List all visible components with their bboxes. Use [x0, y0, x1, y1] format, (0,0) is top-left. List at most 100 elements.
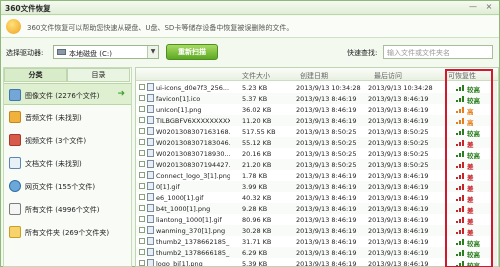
last-access-date: 2013/9/13 8:50:25	[368, 150, 429, 158]
quick-search-input[interactable]: 输入文件或文件夹名	[383, 45, 493, 59]
file-name: liantong_1000[1].gif	[156, 216, 222, 224]
row-checkbox[interactable]	[139, 227, 145, 233]
table-row[interactable]: W0201308307194427... 21.20 KB 2013/9/13 8:…	[136, 159, 498, 171]
row-checkbox[interactable]	[139, 238, 145, 244]
file-name: Connect_logo_3[1].png	[156, 172, 230, 180]
table-row[interactable]: unIcon[1].png 36.02 KB 2013/9/13 8:46:19 20…	[136, 104, 498, 116]
row-checkbox[interactable]	[139, 194, 145, 200]
row-checkbox[interactable]	[139, 117, 145, 123]
last-access-date: 2013/9/13 8:50:25	[368, 139, 429, 147]
web-icon	[9, 180, 21, 192]
column-size[interactable]: 文件大小	[242, 71, 270, 81]
sidebar-item-label: 所有文件夹 (269个文件夹)	[25, 229, 110, 237]
row-checkbox[interactable]	[139, 260, 145, 266]
file-name: favicon[1].ico	[156, 95, 201, 103]
table-row[interactable]: b4t_1000[1].png 9.28 KB 2013/9/13 8:46:19 2…	[136, 203, 498, 215]
tab-directory[interactable]: 目录	[67, 68, 130, 82]
sidebar-item-audio[interactable]: 音频文件 (未找到)	[4, 106, 131, 128]
last-access-date: 2013/9/13 8:46:19	[368, 238, 429, 246]
chevron-down-icon[interactable]: ▼	[147, 46, 158, 58]
sidebar-item-label: 文档文件 (未找到)	[25, 160, 82, 168]
column-access[interactable]: 最后访问	[374, 71, 402, 81]
table-row[interactable]: wanming_370[1].png 30.28 KB 2013/9/13 8:46…	[136, 225, 498, 237]
quick-search-label: 快速查找:	[347, 49, 378, 57]
table-row[interactable]: e6_1000[1].gif 40.32 KB 2013/9/13 8:46:19 2…	[136, 192, 498, 204]
created-date: 2013/9/13 8:46:19	[296, 106, 357, 114]
row-checkbox[interactable]	[139, 95, 145, 101]
minimize-button[interactable]: —	[466, 2, 480, 13]
sidebar-item-web[interactable]: 网页文件 (155个文件)	[4, 175, 131, 197]
sidebar-tabs: 分类 目录	[4, 68, 131, 82]
file-icon	[147, 182, 154, 190]
titlebar[interactable]: 360文件恢复 — ×	[1, 1, 499, 15]
sidebar-item-documents[interactable]: 文档文件 (未找到)	[4, 152, 131, 174]
sidebar-item-video[interactable]: 视频文件 (3个文件)	[4, 129, 131, 151]
row-checkbox[interactable]	[139, 205, 145, 211]
row-checkbox[interactable]	[139, 84, 145, 90]
tab-category[interactable]: 分类	[4, 68, 67, 82]
file-name: logo_bj[1].png	[156, 260, 203, 267]
created-date: 2013/9/13 8:46:19	[296, 117, 357, 125]
table-row[interactable]: favicon[1].ico 5.37 KB 2013/9/13 8:46:19 20…	[136, 93, 498, 105]
table-row[interactable]: 0[1].gif 3.99 KB 2013/9/13 8:46:19 2013/9/1…	[136, 181, 498, 193]
last-access-date: 2013/9/13 8:46:19	[368, 260, 429, 267]
file-icon	[147, 171, 154, 179]
last-access-date: 2013/9/13 10:34:28	[368, 84, 433, 92]
table-row[interactable]: logo_bj[1].png 5.39 KB 2013/9/13 8:46:19 20…	[136, 258, 498, 267]
table-row[interactable]: ui-icons_d0e7f3_256... 5.23 KB 2013/9/13 1…	[136, 82, 498, 94]
file-name: W020130830718930...	[156, 150, 230, 158]
file-icon	[147, 237, 154, 245]
row-checkbox[interactable]	[139, 172, 145, 178]
vertical-scrollbar[interactable]	[493, 81, 497, 266]
file-size: 11.20 KB	[242, 117, 272, 125]
file-size: 31.71 KB	[242, 238, 272, 246]
last-access-date: 2013/9/13 8:46:19	[368, 106, 429, 114]
audio-icon	[9, 111, 21, 123]
table-row[interactable]: thumb2_1378666185_... 6.29 KB 2013/9/13 8:…	[136, 247, 498, 259]
row-checkbox[interactable]	[139, 150, 145, 156]
folder-icon	[9, 226, 21, 238]
sidebar-item-all-files[interactable]: 所有文件 (4996个文件)	[4, 198, 131, 220]
last-access-date: 2013/9/13 8:50:25	[368, 161, 429, 169]
created-date: 2013/9/13 8:50:25	[296, 150, 357, 158]
file-size: 80.96 KB	[242, 216, 272, 224]
arrow-right-icon: ➜	[117, 89, 125, 99]
table-row[interactable]: liantong_1000[1].gif 80.96 KB 2013/9/13 8:…	[136, 214, 498, 226]
created-date: 2013/9/13 8:46:19	[296, 216, 357, 224]
close-button[interactable]: ×	[482, 2, 496, 13]
file-icon	[147, 248, 154, 256]
row-checkbox[interactable]	[139, 183, 145, 189]
row-checkbox[interactable]	[139, 161, 145, 167]
file-size: 30.28 KB	[242, 227, 272, 235]
row-checkbox[interactable]	[139, 216, 145, 222]
info-text: 360文件恢复可以帮助您快速从硬盘、U盘、SD卡等储存设备中恢复被误删除的文件。	[27, 24, 294, 32]
column-created[interactable]: 创建日期	[300, 71, 328, 81]
table-row[interactable]: Connect_logo_3[1].png 1.78 KB 2013/9/13 8:…	[136, 170, 498, 182]
last-access-date: 2013/9/13 8:46:19	[368, 249, 429, 257]
file-icon	[147, 94, 154, 102]
file-name: b4t_1000[1].png	[156, 205, 211, 213]
sidebar-item-all-folders[interactable]: 所有文件夹 (269个文件夹)	[4, 221, 131, 243]
row-checkbox[interactable]	[139, 106, 145, 112]
row-checkbox[interactable]	[139, 139, 145, 145]
file-icon	[147, 204, 154, 212]
table-row[interactable]: W020130830718930... 20.16 KB 2013/9/13 8:5…	[136, 148, 498, 160]
file-icon	[147, 116, 154, 124]
row-checkbox[interactable]	[139, 128, 145, 134]
last-access-date: 2013/9/13 8:50:25	[368, 128, 429, 136]
rescan-button[interactable]: 重新扫描	[166, 44, 218, 60]
table-row[interactable]: TILBGBFV6XXXXXXXXX... 11.20 KB 2013/9/13 8…	[136, 115, 498, 127]
document-icon	[9, 157, 21, 169]
table-row[interactable]: thumb2_1378662185_... 31.71 KB 2013/9/13 8…	[136, 236, 498, 248]
created-date: 2013/9/13 10:34:28	[296, 84, 361, 92]
table-row[interactable]: W0201308307163168... 517.55 KB 2013/9/13 8…	[136, 126, 498, 138]
sidebar-item-images[interactable]: 图像文件 (2276个文件) ➜	[4, 83, 131, 105]
table-row[interactable]: W0201308307183046... 55.12 KB 2013/9/13 8:…	[136, 137, 498, 149]
info-bar: 360文件恢复可以帮助您快速从硬盘、U盘、SD卡等储存设备中恢复被误删除的文件。	[1, 16, 499, 38]
last-access-date: 2013/9/13 8:46:19	[368, 205, 429, 213]
row-checkbox[interactable]	[139, 249, 145, 255]
category-sidebar: 分类 目录 图像文件 (2276个文件) ➜ 音频文件 (未找到) 视频文件 (…	[3, 67, 132, 267]
drive-select[interactable]: 本地磁盘 (C:) ▼	[53, 45, 159, 59]
sidebar-item-label: 视频文件 (3个文件)	[25, 137, 87, 145]
file-name: W0201308307194427...	[156, 161, 230, 169]
